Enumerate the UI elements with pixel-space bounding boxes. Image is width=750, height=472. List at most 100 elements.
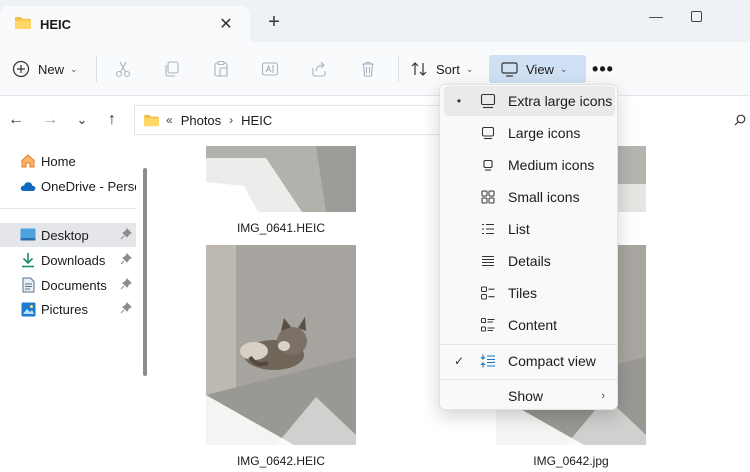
menu-item-tiles[interactable]: Tiles (444, 278, 615, 308)
menu-item-medium-icons[interactable]: Medium icons (444, 150, 615, 180)
file-name[interactable]: IMG_0642.HEIC (206, 454, 356, 468)
chevron-right-icon: › (601, 390, 605, 402)
sidebar-item-label: OneDrive - Persor (41, 178, 136, 194)
recent-locations-button[interactable]: ⌄ (70, 108, 94, 132)
copy-icon (165, 61, 179, 77)
more-options-button[interactable]: ••• (590, 54, 616, 84)
breadcrumb-separator: › (229, 113, 234, 127)
search-icon[interactable] (734, 114, 746, 129)
maximize-button[interactable] (676, 4, 716, 28)
menu-item-show[interactable]: Show › (444, 381, 615, 411)
pin-icon[interactable] (120, 302, 132, 317)
new-tab-button[interactable]: + (262, 10, 286, 34)
paste-icon (214, 60, 228, 77)
chevron-down-icon: ⌄ (70, 63, 78, 74)
menu-item-label: Small icons (508, 189, 580, 205)
back-button[interactable]: ← (4, 108, 28, 132)
menu-item-compact-view[interactable]: ✓ Compact view (444, 346, 615, 376)
menu-item-label: Extra large icons (508, 93, 613, 109)
sidebar-scrollbar[interactable] (143, 168, 147, 376)
file-thumbnail[interactable] (616, 146, 646, 212)
divider (96, 56, 97, 82)
address-bar[interactable]: « Photos › HEIC (134, 105, 454, 135)
copy-button[interactable] (158, 56, 186, 82)
breadcrumb-photos[interactable]: Photos (181, 113, 221, 128)
sidebar-item-documents[interactable]: Documents (0, 273, 136, 297)
sort-button[interactable]: Sort ⌄ (410, 54, 473, 84)
trash-icon (362, 61, 374, 77)
chevron-down-icon: ⌄ (559, 63, 568, 74)
forward-button[interactable]: → (38, 108, 62, 132)
view-label: View (526, 61, 554, 77)
menu-item-content[interactable]: Content (444, 310, 615, 340)
sidebar-item-home[interactable]: Home (0, 149, 136, 173)
menu-item-extra-large-icons[interactable]: • Extra large icons (444, 86, 615, 116)
minimize-button[interactable]: — (636, 4, 676, 28)
pin-icon[interactable] (120, 278, 132, 293)
file-thumbnail[interactable] (206, 146, 356, 212)
up-button[interactable]: ↑ (100, 108, 124, 132)
menu-item-label: Medium icons (508, 157, 595, 173)
delete-button[interactable] (354, 56, 382, 82)
sidebar-item-onedrive[interactable]: OneDrive - Persor (0, 174, 136, 198)
divider (0, 208, 136, 209)
menu-item-label: Large icons (508, 125, 581, 141)
medium-icons-icon (480, 157, 496, 173)
menu-item-small-icons[interactable]: Small icons (444, 182, 615, 212)
folder-icon (143, 114, 160, 127)
rename-button[interactable] (256, 56, 284, 82)
cloud-icon (20, 178, 36, 194)
file-name[interactable]: IMG_0641.HEIC (206, 221, 356, 235)
menu-item-label: Show (508, 388, 544, 404)
menu-item-label: List (508, 221, 530, 237)
sidebar-item-label: Desktop (41, 227, 89, 243)
file-thumbnail[interactable] (206, 245, 356, 445)
pin-icon[interactable] (120, 253, 132, 268)
folder-icon (14, 16, 32, 33)
large-icons-icon (480, 125, 496, 141)
paste-button[interactable] (207, 56, 235, 82)
cut-icon (115, 61, 131, 78)
pin-icon[interactable] (120, 228, 132, 243)
small-icons-icon (480, 189, 496, 205)
overflow-crumb[interactable]: « (166, 113, 173, 127)
sidebar-item-label: Downloads (41, 252, 106, 268)
selected-bullet-icon: • (456, 94, 462, 108)
divider (398, 56, 399, 82)
content-icon (480, 317, 496, 333)
download-icon (20, 252, 36, 268)
chevron-down-icon: ⌄ (465, 63, 474, 74)
divider (440, 379, 617, 380)
sidebar-item-pictures[interactable]: Pictures (0, 297, 136, 321)
menu-item-details[interactable]: Details (444, 246, 615, 276)
file-name[interactable]: IMG_0642.jpg (496, 454, 646, 468)
sidebar-item-desktop[interactable]: Desktop (0, 223, 136, 247)
view-button[interactable]: View ⌄ (489, 55, 586, 83)
new-button[interactable]: New ⌄ (12, 54, 78, 84)
sort-label: Sort (436, 61, 460, 77)
new-label: New (38, 61, 65, 77)
picture-icon (20, 301, 36, 317)
sidebar-item-label: Documents (41, 277, 107, 293)
menu-item-large-icons[interactable]: Large icons (444, 118, 615, 148)
title-bar: HEIC ✕ + — (0, 0, 750, 42)
tab-title: HEIC (40, 17, 72, 32)
sidebar-item-downloads[interactable]: Downloads (0, 248, 136, 272)
menu-item-list[interactable]: List (444, 214, 615, 244)
plus-circle-icon (12, 60, 30, 78)
list-icon (480, 221, 496, 237)
home-icon (20, 153, 36, 169)
view-icon (501, 61, 518, 77)
share-button[interactable] (305, 56, 333, 82)
compact-view-icon (480, 353, 496, 369)
checkmark-icon: ✓ (453, 354, 465, 368)
tiles-icon (480, 285, 496, 301)
tab-heic[interactable]: HEIC ✕ (0, 6, 250, 42)
close-icon[interactable]: ✕ (214, 12, 238, 36)
navigation-bar: ← → ⌄ ↑ « Photos › HEIC (0, 96, 750, 146)
cut-button[interactable] (109, 56, 137, 82)
divider (440, 344, 617, 345)
breadcrumb-heic[interactable]: HEIC (241, 113, 272, 128)
menu-item-label: Details (508, 253, 551, 269)
menu-item-label: Tiles (508, 285, 538, 301)
